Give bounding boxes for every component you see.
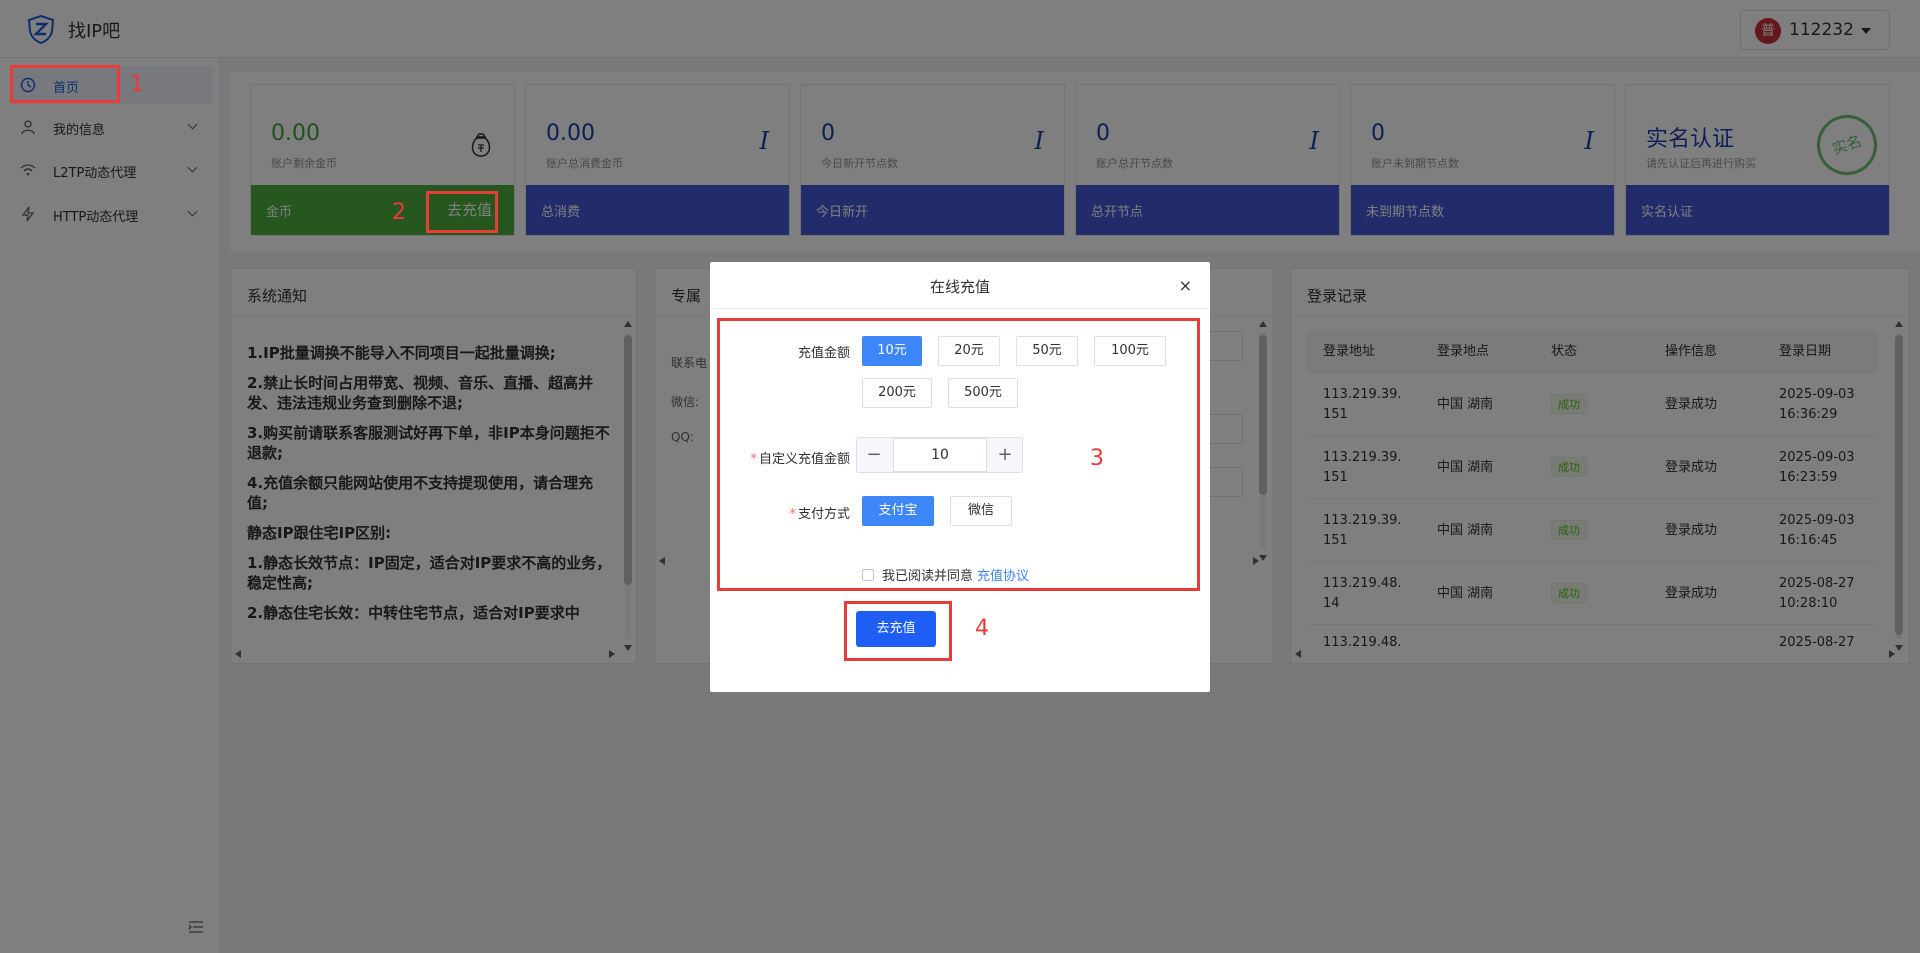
annotation-number: 3 — [1090, 446, 1104, 471]
annotation-box-4 — [844, 601, 952, 661]
close-icon[interactable]: × — [1179, 276, 1192, 295]
annotation-box-2 — [426, 191, 498, 233]
dialog-title: 在线充值 — [929, 278, 990, 296]
annotation-box-3 — [717, 318, 1200, 591]
annotation-number: 4 — [975, 616, 989, 641]
divider — [710, 308, 1210, 309]
annotation-number: 1 — [130, 72, 144, 97]
annotation-number: 2 — [392, 200, 406, 225]
annotation-box-1 — [10, 65, 120, 103]
